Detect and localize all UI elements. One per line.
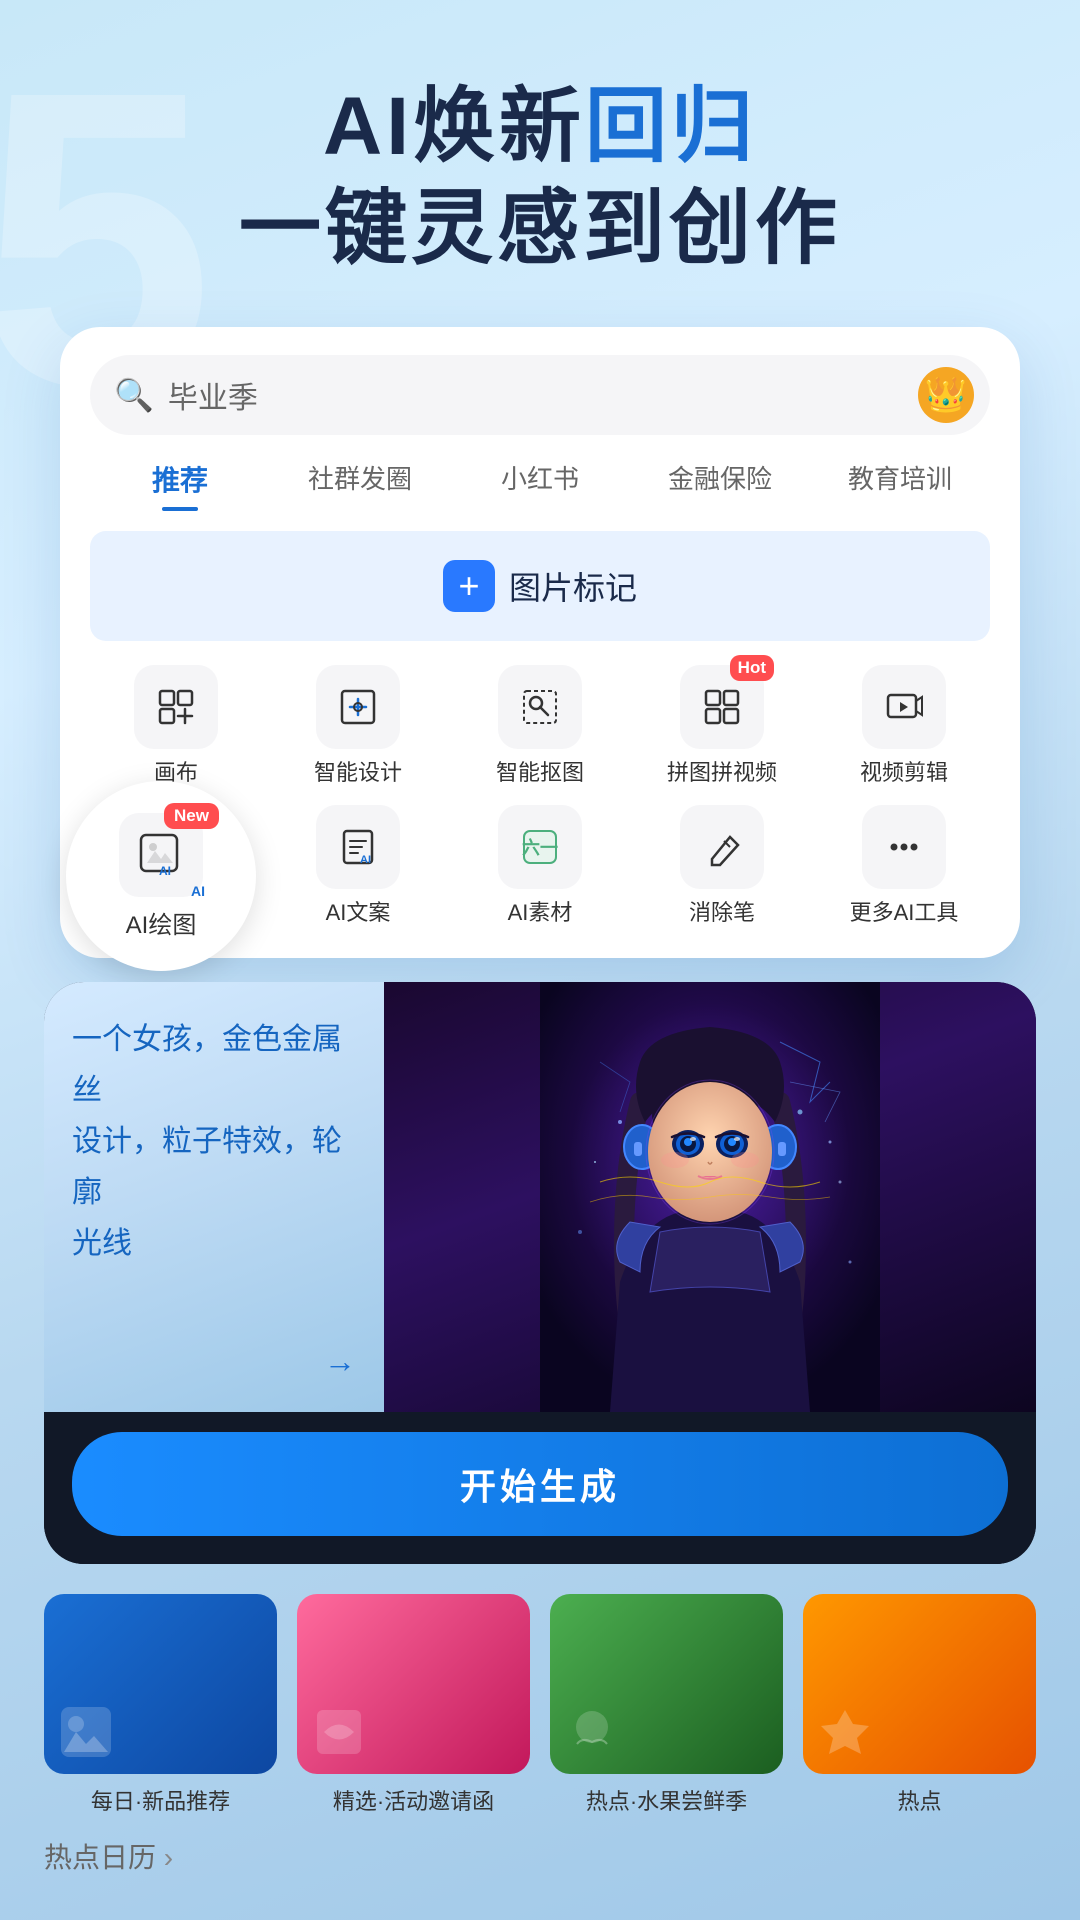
ai-prompt-text: 一个女孩，金色金属丝设计，粒子特效，轮廓光线 [72,1014,356,1269]
tool-ai-copy-label: AI文案 [326,899,391,928]
tab-finance[interactable]: 金融保险 [630,459,810,511]
tool-canvas-icon [134,665,218,749]
ai-image-display [384,982,1036,1412]
thumb-label-4: 热点 [803,1784,1036,1816]
thumb-card-3[interactable]: 热点·水果尝鲜季 [550,1594,783,1816]
tool-ai-copy[interactable]: AI AI文案 [272,805,444,928]
tool-video-edit-icon [862,665,946,749]
crown-badge[interactable]: 👑 [918,367,974,423]
generate-button[interactable]: 开始生成 [72,1432,1008,1536]
svg-text:AI: AI [360,854,371,866]
tool-more-ai-icon [862,805,946,889]
ai-gen-content: 一个女孩，金色金属丝设计，粒子特效，轮廓光线 → [44,982,1036,1412]
app-card: 🔍 毕业季 📷 👑 推荐 社群发圈 小红书 金融保险 教育培训 + 图片标记 [60,327,1020,958]
tool-eraser-icon [680,805,764,889]
hero-title-line1: AI焕新回归 [0,80,1080,174]
thumb-label-2: 精选·活动邀请函 [297,1784,530,1816]
thumb-label-1: 每日·新品推荐 [44,1784,277,1816]
tool-collage-video[interactable]: Hot 拼图拼视频 [636,665,808,788]
add-image-banner[interactable]: + 图片标记 [90,531,990,641]
add-image-button[interactable]: + [443,560,495,612]
tool-collage-video-icon: Hot [680,665,764,749]
tabs-row: 推荐 社群发圈 小红书 金融保险 教育培训 [90,459,990,511]
anime-character-svg [384,982,1036,1412]
tool-ai-material-icon: 六一 [498,805,582,889]
thumb-card-4[interactable]: 热点 [803,1594,1036,1816]
tool-more-ai[interactable]: 更多AI工具 [818,805,990,928]
ai-prompt-box: 一个女孩，金色金属丝设计，粒子特效，轮廓光线 → [44,982,384,1412]
tab-recommended[interactable]: 推荐 [90,459,270,511]
tab-social[interactable]: 社群发圈 [270,459,450,511]
thumb-image-3 [550,1594,783,1774]
generate-button-wrap: 开始生成 [44,1412,1036,1564]
thumb-image-4 [803,1594,1036,1774]
tool-ai-material[interactable]: 六一 AI素材 [454,805,626,928]
search-bar[interactable]: 🔍 毕业季 📷 👑 [90,355,990,435]
thumb-image-2 [297,1594,530,1774]
tab-education[interactable]: 教育培训 [810,459,990,511]
tool-smart-cutout-icon [498,665,582,749]
tool-smart-design-icon [316,665,400,749]
thumb-label-3: 热点·水果尝鲜季 [550,1784,783,1816]
tool-more-ai-label: 更多AI工具 [850,899,959,928]
search-icon: 🔍 [114,376,154,414]
tool-grid: 画布 智能设计 智能抠图 [90,665,990,928]
thumbnail-row: 每日·新品推荐 精选·活动邀请函 热点·水果尝鲜季 [44,1594,1036,1816]
tool-ai-copy-icon: AI [316,805,400,889]
tool-eraser-label: 消除笔 [689,899,755,928]
hot-calendar-arrow: › [156,1842,173,1873]
tool-eraser[interactable]: 消除笔 [636,805,808,928]
crown-icon: 👑 [925,375,967,415]
hot-badge: Hot [730,655,774,681]
tool-video-edit[interactable]: 视频剪辑 [818,665,990,788]
svg-text:AI: AI [159,864,171,877]
arrow-indicator: → [72,1343,356,1380]
add-image-label: 图片标记 [509,563,637,609]
ai-generation-panel: 一个女孩，金色金属丝设计，粒子特效，轮廓光线 → [44,982,1036,1564]
tool-ai-drawing-icon-wrap: AI AI New [119,813,203,897]
tool-collage-video-label: 拼图拼视频 [667,759,777,788]
tab-xiaohongshu[interactable]: 小红书 [450,459,630,511]
svg-text:六一: 六一 [522,837,558,858]
hero-title-line2: 一键灵感到创作 [0,182,1080,276]
thumb-image-1 [44,1594,277,1774]
thumb-card-1[interactable]: 每日·新品推荐 [44,1594,277,1816]
ai-drawing-circle[interactable]: AI AI New AI绘图 [66,781,256,971]
tool-ai-drawing-label: AI绘图 [126,905,197,940]
tool-ai-material-label: AI素材 [508,899,573,928]
hot-calendar[interactable]: 热点日历 › [44,1836,1036,1896]
tool-smart-design[interactable]: 智能设计 [272,665,444,788]
search-input-display: 毕业季 [168,373,926,417]
tool-smart-cutout[interactable]: 智能抠图 [454,665,626,788]
thumb-card-2[interactable]: 精选·活动邀请函 [297,1594,530,1816]
tool-smart-design-label: 智能设计 [314,759,402,788]
tool-ai-drawing-container: AI AI New AI绘图 [90,805,262,928]
new-badge: New [164,803,219,829]
tool-video-edit-label: 视频剪辑 [860,759,948,788]
tool-canvas[interactable]: 画布 [90,665,262,788]
bottom-section: 每日·新品推荐 精选·活动邀请函 热点·水果尝鲜季 [0,1594,1080,1896]
hot-calendar-text: 热点日历 [44,1842,156,1873]
tool-smart-cutout-label: 智能抠图 [496,759,584,788]
hero-section: AI焕新回归 一键灵感到创作 [0,0,1080,277]
